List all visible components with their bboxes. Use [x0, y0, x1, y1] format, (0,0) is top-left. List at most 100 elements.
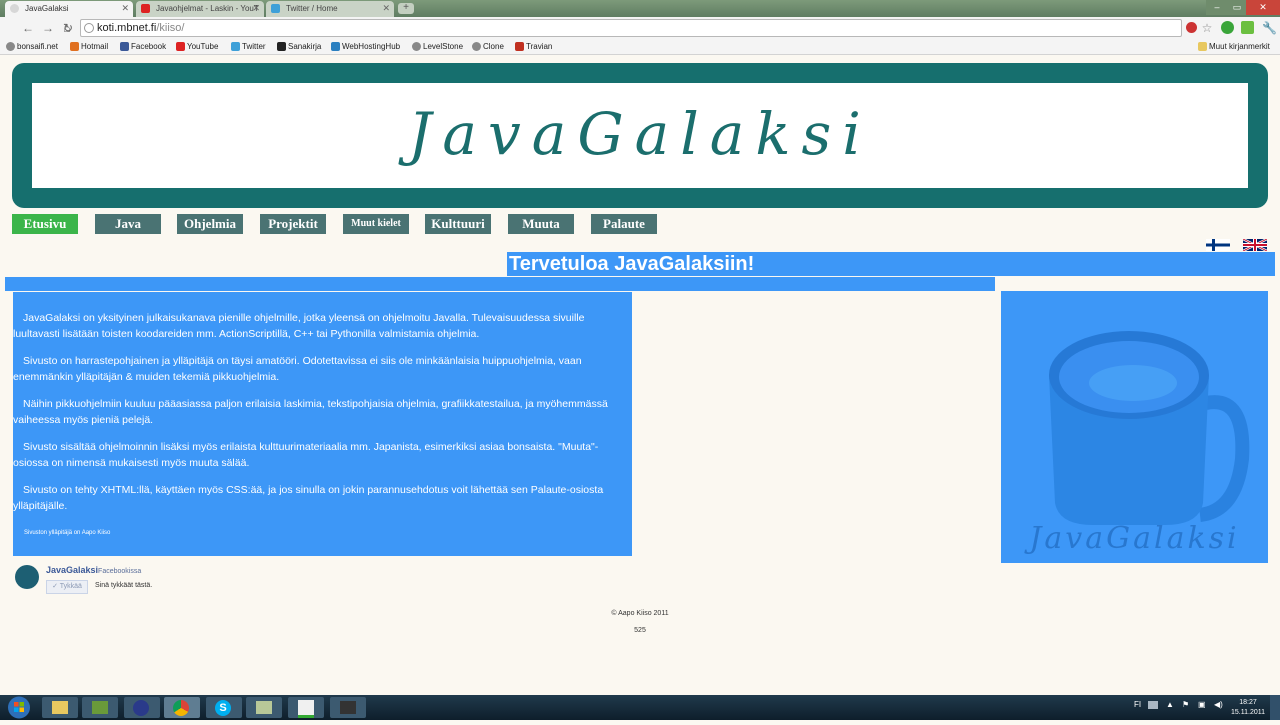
like-button-label: Tykkää	[59, 583, 82, 590]
close-tab-icon[interactable]: ✕	[252, 1, 260, 16]
bookmark-label: Sanakirja	[288, 42, 322, 51]
new-tab-button[interactable]: +	[398, 3, 414, 14]
welcome-strip	[5, 277, 995, 291]
extension-icon[interactable]	[1186, 22, 1197, 33]
intro-paragraph: JavaGalaksi on yksityinen julkaisukanava…	[13, 312, 585, 340]
bookmark-travian[interactable]: Travian	[515, 40, 552, 53]
search-extension-icon[interactable]	[1221, 21, 1234, 34]
sanakirja-icon	[277, 42, 286, 51]
nav-muut-kielet[interactable]: Muut kielet	[343, 214, 409, 234]
globe-icon	[412, 42, 421, 51]
bookmark-label: Hotmail	[81, 42, 109, 51]
show-hidden-icons[interactable]: ▲	[1166, 700, 1174, 709]
page-icon	[84, 23, 94, 33]
maximize-icon[interactable]: ▭	[1228, 0, 1246, 15]
visit-counter: 525	[634, 627, 646, 634]
welcome-heading: Tervetuloa JavaGalaksiin!	[507, 252, 1275, 276]
back-icon[interactable]: ←	[20, 19, 36, 37]
network-icon[interactable]: ▣	[1198, 700, 1206, 709]
bookmark-twitter[interactable]: Twitter	[231, 40, 266, 53]
bookmark-levelstone[interactable]: LevelStone	[412, 40, 463, 53]
close-window-icon[interactable]: ✕	[1246, 0, 1280, 15]
start-button[interactable]	[6, 695, 32, 720]
address-bar[interactable]: koti.mbnet.fi/kiiso/	[80, 19, 1182, 37]
flag-icon[interactable]: ⚑	[1182, 700, 1189, 709]
bookmark-bonsaifi[interactable]: bonsaifi.net	[6, 40, 58, 53]
chrome-icon	[173, 700, 189, 716]
site-favicon-icon	[10, 4, 19, 13]
taskbar-monitor[interactable]	[288, 697, 324, 718]
globe-icon	[472, 42, 481, 51]
nav-muuta[interactable]: Muuta	[508, 214, 574, 234]
tab-javagalaksi[interactable]: JavaGalaksi ✕	[5, 1, 133, 17]
bookmark-youtube[interactable]: YouTube	[176, 40, 218, 53]
bookmark-label: YouTube	[187, 42, 219, 51]
site-logo[interactable]: JavaGalaksi	[32, 100, 1248, 168]
extension-icon-2[interactable]	[1241, 21, 1254, 34]
taskbar-minecraft[interactable]	[82, 697, 118, 718]
wrench-icon[interactable]: 🔧	[1262, 19, 1277, 37]
taskbar-explorer[interactable]	[42, 697, 78, 718]
intro-paragraph: Sivusto on harrastepohjainen ja ylläpitä…	[13, 355, 582, 383]
nav-etusivu[interactable]: Etusivu	[12, 214, 78, 234]
copyright: © Aapo Kiiso 2011	[611, 610, 669, 617]
nav-java[interactable]: Java	[95, 214, 161, 234]
notes-icon	[256, 701, 272, 714]
maintainer-note: Sivuston ylläpitäjä on Aapo Kiiso	[24, 530, 111, 536]
tab-twitter[interactable]: Twitter / Home ✕	[266, 1, 394, 17]
tab-title: Twitter / Home	[286, 4, 338, 13]
tab-title: Javaohjelmat - Laskin - YouT	[156, 4, 259, 13]
minimize-icon[interactable]: –	[1206, 0, 1228, 15]
home-icon[interactable]: ⌂	[61, 21, 73, 35]
bookmark-hotmail[interactable]: Hotmail	[70, 40, 108, 53]
clock-time: 18:27	[1239, 699, 1257, 706]
tab-javaohjelmat[interactable]: Javaohjelmat - Laskin - YouT ✕	[136, 1, 264, 17]
intro-content: JavaGalaksi on yksityinen julkaisukanava…	[13, 292, 632, 556]
taskbar-skype[interactable]: S	[206, 697, 242, 718]
show-desktop-button[interactable]	[1270, 695, 1280, 720]
taskbar-app[interactable]	[124, 697, 160, 718]
folder-icon	[1198, 42, 1207, 51]
like-button[interactable]: ✓ Tykkää	[46, 580, 88, 594]
language-indicator[interactable]: FI	[1134, 700, 1141, 709]
nav-projektit[interactable]: Projektit	[260, 214, 326, 234]
twitter-favicon-icon	[271, 4, 280, 13]
clock[interactable]: 18:27 15.11.2011	[1230, 698, 1266, 718]
nav-kulttuuri[interactable]: Kulttuuri	[425, 214, 491, 234]
facebook-page-link[interactable]: JavaGalaksi	[46, 565, 98, 575]
recorder-icon	[340, 701, 356, 714]
taskbar-chrome[interactable]	[164, 697, 200, 718]
bookmark-label: Clone	[483, 42, 504, 51]
volume-icon[interactable]: ◀)	[1214, 700, 1223, 709]
clock-date: 15.11.2011	[1231, 709, 1265, 716]
nav-palaute[interactable]: Palaute	[591, 214, 657, 234]
keyboard-icon[interactable]	[1148, 701, 1158, 709]
other-bookmarks-label: Muut kirjanmerkit	[1209, 42, 1270, 51]
close-tab-icon[interactable]: ✕	[382, 1, 390, 16]
bookmark-label: Twitter	[242, 42, 266, 51]
finnish-flag-icon[interactable]	[1206, 238, 1230, 251]
url-path: /kiiso/	[156, 22, 185, 34]
side-logo-text: JavaGalaksi	[1029, 521, 1240, 556]
hotmail-icon	[70, 42, 79, 51]
bookmark-label: Travian	[526, 42, 553, 51]
chart-icon	[298, 700, 314, 718]
close-tab-icon[interactable]: ✕	[121, 1, 129, 16]
intro-paragraph: Sivusto sisältää ohjelmoinnin lisäksi my…	[13, 441, 599, 469]
bookmark-webhostinghub[interactable]: WebHostingHub	[331, 40, 400, 53]
other-bookmarks[interactable]: Muut kirjanmerkit	[1198, 40, 1270, 53]
taskbar-notes[interactable]	[246, 697, 282, 718]
bookmark-sanakirja[interactable]: Sanakirja	[277, 40, 321, 53]
intro-paragraph: Näihin pikkuohjelmiin kuuluu pääasiassa …	[13, 398, 608, 426]
bookmark-label: Facebook	[131, 42, 167, 51]
taskbar-recorder[interactable]	[330, 697, 366, 718]
bookmark-clone[interactable]: Clone	[472, 40, 504, 53]
bookmark-label: LevelStone	[423, 42, 464, 51]
english-flag-icon[interactable]	[1242, 237, 1268, 253]
bookmark-facebook[interactable]: Facebook	[120, 40, 166, 53]
skype-icon: S	[215, 700, 231, 716]
nav-ohjelmia[interactable]: Ohjelmia	[177, 214, 243, 234]
facebook-page-avatar[interactable]	[15, 565, 39, 589]
star-icon[interactable]: ☆	[1200, 19, 1214, 37]
